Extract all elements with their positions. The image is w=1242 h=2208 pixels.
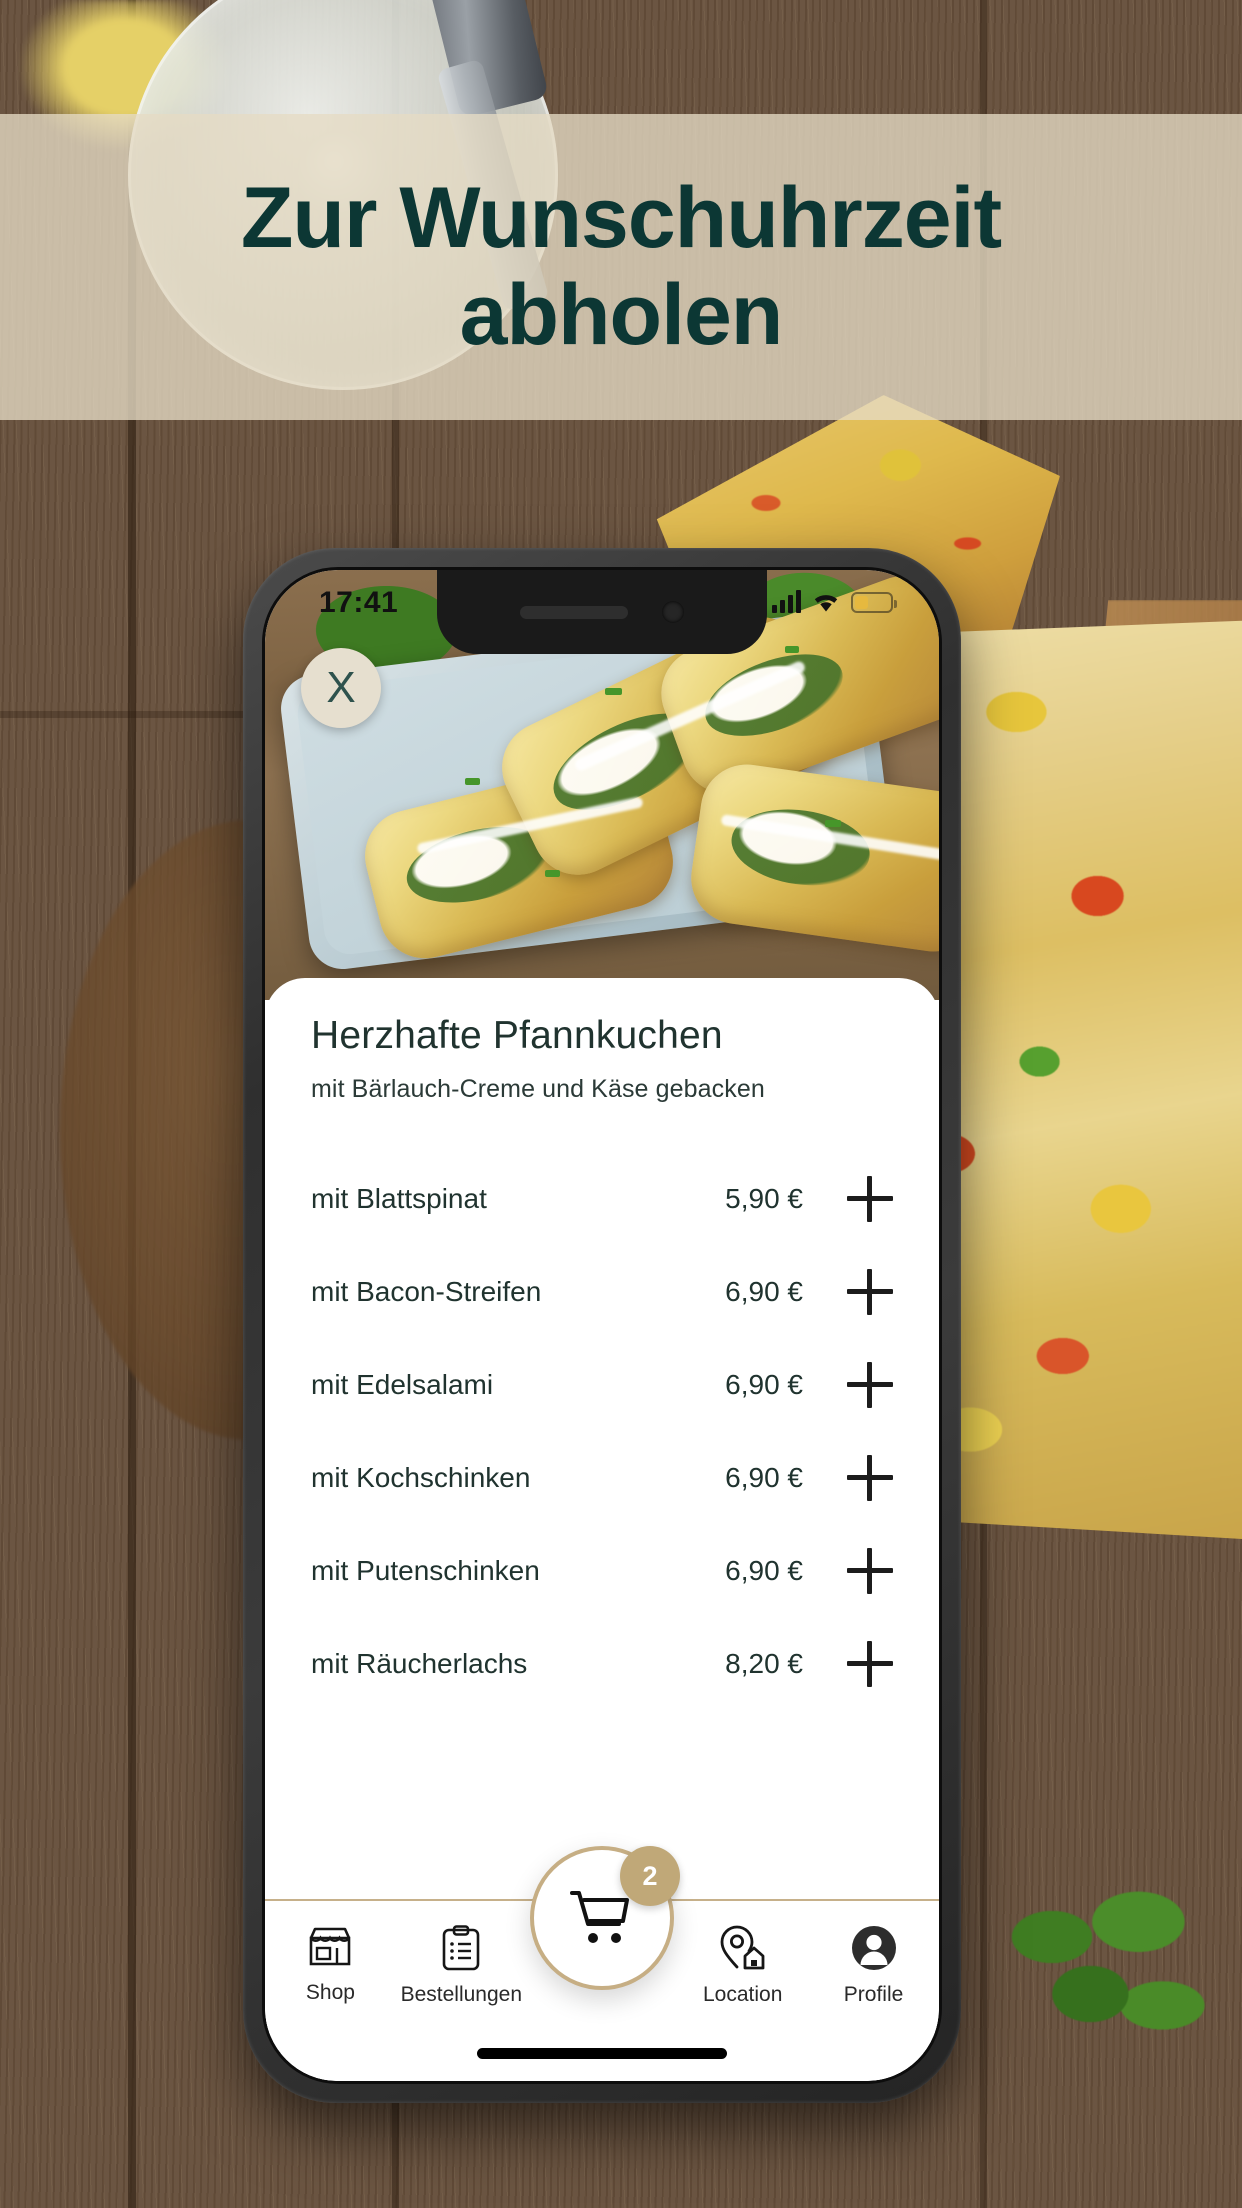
dish-option-price: 5,90 € [725, 1182, 803, 1214]
dish-option-name: mit Räucherlachs [311, 1647, 528, 1679]
nav-item-bestellungen[interactable]: Bestellungen [396, 1925, 527, 2007]
dish-option-row[interactable]: mit Blattspinat 5,90 € [311, 1152, 893, 1245]
nav-item-profile[interactable]: Profile [808, 1925, 939, 2007]
pancake-roll [685, 758, 939, 958]
dish-option-row[interactable]: mit Räucherlachs 8,20 € [311, 1617, 893, 1710]
dish-option-name: mit Edelsalami [311, 1368, 494, 1400]
phone-mockup: 17:41 X Herzhafte Pfannkuchen mit Bärlau… [243, 548, 961, 2103]
nav-label-profile: Profile [843, 1983, 904, 2006]
dish-option-row[interactable]: mit Kochschinken 6,90 € [311, 1431, 893, 1524]
phone-screen: 17:41 X Herzhafte Pfannkuchen mit Bärlau… [265, 570, 939, 2081]
plus-icon[interactable] [847, 1640, 893, 1687]
cart-badge: 2 [620, 1846, 680, 1906]
nav-item-location[interactable]: Location [677, 1925, 808, 2007]
battery-low-icon [851, 591, 897, 613]
clipboard-list-icon [443, 1925, 480, 1971]
front-camera [662, 601, 684, 623]
dish-option-price: 6,90 € [725, 1368, 803, 1400]
plus-icon[interactable] [847, 1268, 893, 1315]
phone-bezel: 17:41 X Herzhafte Pfannkuchen mit Bärlau… [262, 567, 942, 2084]
status-bar-time: 17:41 [319, 586, 399, 619]
nav-label-bestellungen: Bestellungen [400, 1983, 523, 2006]
dish-option-row[interactable]: mit Putenschinken 6,90 € [311, 1524, 893, 1617]
user-avatar-icon [851, 1926, 896, 1970]
promo-headline-line-2: abholen [459, 267, 784, 363]
cart-button[interactable]: 2 [530, 1846, 680, 1990]
dish-options-list: mit Blattspinat 5,90 € mit Bacon-Streifen 6… [311, 1152, 893, 1710]
plus-icon[interactable] [847, 1547, 893, 1594]
nav-label-location: Location [702, 1983, 783, 2006]
dish-option-price: 6,90 € [725, 1275, 803, 1307]
dish-option-name: mit Blattspinat [311, 1182, 487, 1214]
dish-option-name: mit Bacon-Streifen [311, 1275, 542, 1307]
dish-subtitle: mit Bärlauch-Creme und Käse gebacken [311, 1075, 765, 1103]
dish-option-row[interactable]: mit Edelsalami 6,90 € [311, 1338, 893, 1431]
plus-icon[interactable] [847, 1454, 893, 1501]
promo-banner: Zur Wunschuhrzeit abholen [0, 114, 1242, 420]
plus-icon[interactable] [847, 1175, 893, 1222]
promo-headline-line-1: Zur Wunschuhrzeit [240, 169, 1002, 266]
dish-option-price: 8,20 € [725, 1647, 803, 1679]
dish-title: Herzhafte Pfannkuchen [311, 1014, 723, 1057]
storefront-icon [310, 1927, 351, 1966]
dish-option-price: 6,90 € [725, 1461, 803, 1493]
dish-option-row[interactable]: mit Bacon-Streifen 6,90 € [311, 1245, 893, 1338]
plus-icon[interactable] [847, 1361, 893, 1408]
phone-notch [437, 570, 767, 654]
parsley-garnish [980, 1880, 1220, 2070]
close-button-label: X [326, 663, 356, 712]
dish-option-name: mit Kochschinken [311, 1461, 531, 1493]
earpiece-speaker [520, 605, 628, 619]
shopping-cart-icon [570, 1891, 629, 1943]
close-x-icon[interactable]: X [301, 648, 381, 728]
nav-label-shop: Shop [305, 1981, 355, 2004]
wifi-icon [814, 595, 838, 612]
map-pin-home-icon [720, 1925, 765, 1970]
nav-item-shop[interactable]: Shop [265, 1925, 396, 2005]
dish-option-name: mit Putenschinken [311, 1554, 540, 1586]
dish-option-price: 6,90 € [725, 1554, 803, 1586]
cellular-bars-icon [772, 590, 801, 613]
home-indicator [477, 2048, 727, 2059]
